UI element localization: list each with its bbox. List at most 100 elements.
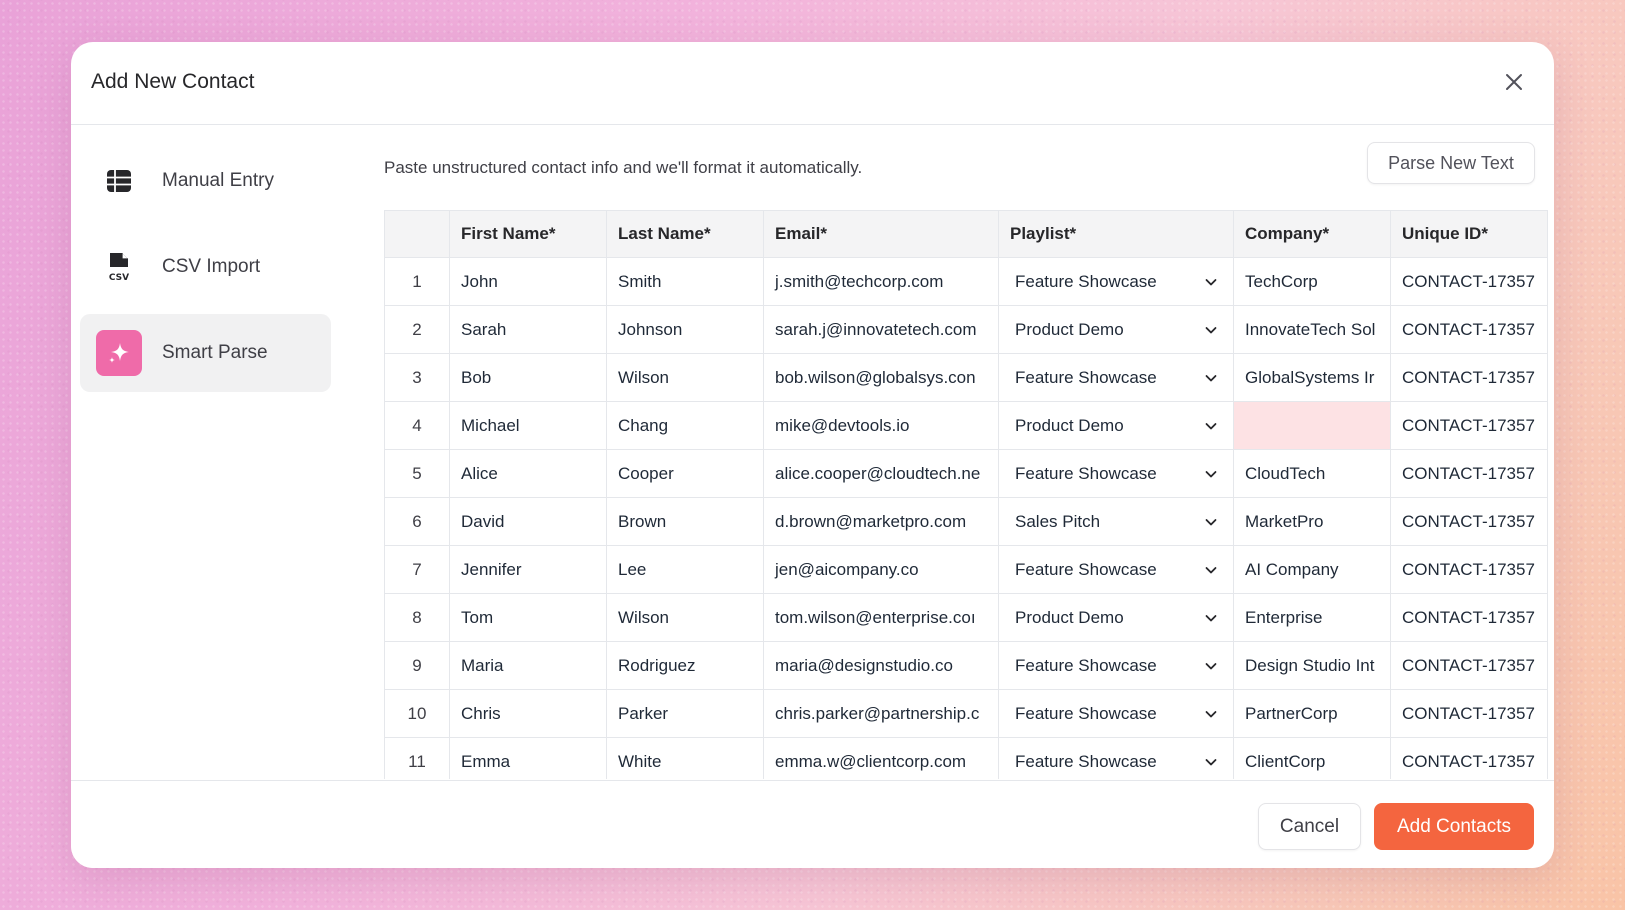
email-cell[interactable]: emma.w@clientcorp.com — [763, 737, 999, 779]
last-name-cell[interactable]: Chang — [606, 401, 764, 450]
table-row: 3 Bob Wilson bob.wilson@globalsys.con Featur… — [384, 353, 1548, 402]
table-grid-icon — [96, 158, 142, 204]
playlist-select[interactable]: Feature Showcase — [998, 449, 1234, 498]
close-button[interactable] — [1502, 70, 1526, 94]
playlist-select[interactable]: Product Demo — [998, 401, 1234, 450]
playlist-select[interactable]: Feature Showcase — [998, 545, 1234, 594]
playlist-select[interactable]: Sales Pitch — [998, 497, 1234, 546]
first-name-cell[interactable]: Sarah — [449, 305, 607, 354]
email-cell[interactable]: maria@designstudio.co — [763, 641, 999, 690]
company-cell[interactable]: CloudTech — [1233, 449, 1391, 498]
row-number: 8 — [384, 593, 450, 642]
email-cell[interactable]: mike@devtools.io — [763, 401, 999, 450]
playlist-select[interactable]: Product Demo — [998, 305, 1234, 354]
last-name-cell[interactable]: Rodriguez — [606, 641, 764, 690]
unique-id-cell[interactable]: CONTACT-17357 — [1390, 641, 1548, 690]
table-row: 1 John Smith j.smith@techcorp.com Feature Sh… — [384, 257, 1548, 306]
unique-id-cell[interactable]: CONTACT-17357 — [1390, 401, 1548, 450]
table-row: 8 Tom Wilson tom.wilson@enterprise.coı Produ… — [384, 593, 1548, 642]
last-name-cell[interactable]: White — [606, 737, 764, 779]
playlist-select[interactable]: Product Demo — [998, 593, 1234, 642]
first-name-cell[interactable]: Emma — [449, 737, 607, 779]
row-number: 7 — [384, 545, 450, 594]
unique-id-cell[interactable]: CONTACT-17357 — [1390, 449, 1548, 498]
last-name-cell[interactable]: Lee — [606, 545, 764, 594]
first-name-cell[interactable]: Bob — [449, 353, 607, 402]
first-name-cell[interactable]: Jennifer — [449, 545, 607, 594]
table-row: 10 Chris Parker chris.parker@partnership.с F… — [384, 689, 1548, 738]
column-header-unique-id: Unique ID* — [1390, 210, 1548, 258]
first-name-cell[interactable]: Chris — [449, 689, 607, 738]
playlist-select[interactable]: Feature Showcase — [998, 353, 1234, 402]
last-name-cell[interactable]: Cooper — [606, 449, 764, 498]
last-name-cell[interactable]: Johnson — [606, 305, 764, 354]
last-name-cell[interactable]: Parker — [606, 689, 764, 738]
close-icon — [1506, 74, 1522, 90]
unique-id-cell[interactable]: CONTACT-17357 — [1390, 545, 1548, 594]
add-contacts-button[interactable]: Add Contacts — [1374, 803, 1534, 850]
company-cell[interactable]: Enterprise — [1233, 593, 1391, 642]
parsed-contacts-table-wrapper[interactable]: First Name* Last Name* Email* Playlist* … — [384, 210, 1554, 779]
company-cell[interactable]: InnovateTech Sol — [1233, 305, 1391, 354]
first-name-cell[interactable]: Maria — [449, 641, 607, 690]
email-cell[interactable]: j.smith@techcorp.com — [763, 257, 999, 306]
company-cell[interactable]: ClientCorp — [1233, 737, 1391, 779]
company-cell[interactable]: AI Company — [1233, 545, 1391, 594]
playlist-select[interactable]: Feature Showcase — [998, 257, 1234, 306]
first-name-cell[interactable]: John — [449, 257, 607, 306]
unique-id-cell[interactable]: CONTACT-17357 — [1390, 353, 1548, 402]
last-name-cell[interactable]: Wilson — [606, 593, 764, 642]
sidebar-item-manual-entry[interactable]: Manual Entry — [80, 142, 331, 220]
company-cell[interactable]: TechCorp — [1233, 257, 1391, 306]
email-cell[interactable]: jen@aicompany.co — [763, 545, 999, 594]
company-cell[interactable]: Design Studio Int — [1233, 641, 1391, 690]
sidebar-item-smart-parse[interactable]: Smart Parse — [80, 314, 331, 392]
playlist-value: Feature Showcase — [1015, 367, 1157, 387]
email-cell[interactable]: d.brown@marketpro.com — [763, 497, 999, 546]
row-number: 3 — [384, 353, 450, 402]
company-cell[interactable] — [1233, 401, 1391, 450]
playlist-select[interactable]: Feature Showcase — [998, 737, 1234, 779]
first-name-cell[interactable]: Michael — [449, 401, 607, 450]
entry-method-sidebar: Manual Entry CSV CSV Import Smart Parse — [80, 142, 331, 400]
playlist-value: Feature Showcase — [1015, 703, 1157, 723]
email-cell[interactable]: chris.parker@partnership.с — [763, 689, 999, 738]
unique-id-cell[interactable]: CONTACT-17357 — [1390, 497, 1548, 546]
last-name-cell[interactable]: Wilson — [606, 353, 764, 402]
sidebar-item-csv-import[interactable]: CSV CSV Import — [80, 228, 331, 306]
unique-id-cell[interactable]: CONTACT-17357 — [1390, 257, 1548, 306]
modal-title: Add New Contact — [91, 70, 255, 93]
company-cell[interactable]: GlobalSystems Ir — [1233, 353, 1391, 402]
playlist-select[interactable]: Feature Showcase — [998, 689, 1234, 738]
csv-file-icon: CSV — [96, 244, 142, 290]
email-cell[interactable]: tom.wilson@enterprise.coı — [763, 593, 999, 642]
unique-id-cell[interactable]: CONTACT-17357 — [1390, 593, 1548, 642]
playlist-value: Feature Showcase — [1015, 463, 1157, 483]
first-name-cell[interactable]: Tom — [449, 593, 607, 642]
email-cell[interactable]: alice.cooper@cloudtech.nе — [763, 449, 999, 498]
playlist-select[interactable]: Feature Showcase — [998, 641, 1234, 690]
unique-id-cell[interactable]: CONTACT-17357 — [1390, 305, 1548, 354]
unique-id-cell[interactable]: CONTACT-17357 — [1390, 737, 1548, 779]
chevron-down-icon — [1205, 422, 1217, 429]
company-cell[interactable]: MarketPro — [1233, 497, 1391, 546]
first-name-cell[interactable]: Alice — [449, 449, 607, 498]
first-name-cell[interactable]: David — [449, 497, 607, 546]
parse-new-text-button[interactable]: Parse New Text — [1367, 142, 1535, 184]
email-cell[interactable]: bob.wilson@globalsys.con — [763, 353, 999, 402]
last-name-cell[interactable]: Brown — [606, 497, 764, 546]
column-header-company: Company* — [1233, 210, 1391, 258]
unique-id-cell[interactable]: CONTACT-17357 — [1390, 689, 1548, 738]
chevron-down-icon — [1205, 710, 1217, 717]
chevron-down-icon — [1205, 518, 1217, 525]
chevron-down-icon — [1205, 662, 1217, 669]
company-cell[interactable]: PartnerCorp — [1233, 689, 1391, 738]
chevron-down-icon — [1205, 614, 1217, 621]
cancel-button[interactable]: Cancel — [1258, 803, 1361, 850]
playlist-value: Sales Pitch — [1015, 511, 1101, 531]
chevron-down-icon — [1205, 374, 1217, 381]
email-cell[interactable]: sarah.j@innovatetech.com — [763, 305, 999, 354]
last-name-cell[interactable]: Smith — [606, 257, 764, 306]
column-header-first-name: First Name* — [449, 210, 607, 258]
column-header-email: Email* — [763, 210, 999, 258]
